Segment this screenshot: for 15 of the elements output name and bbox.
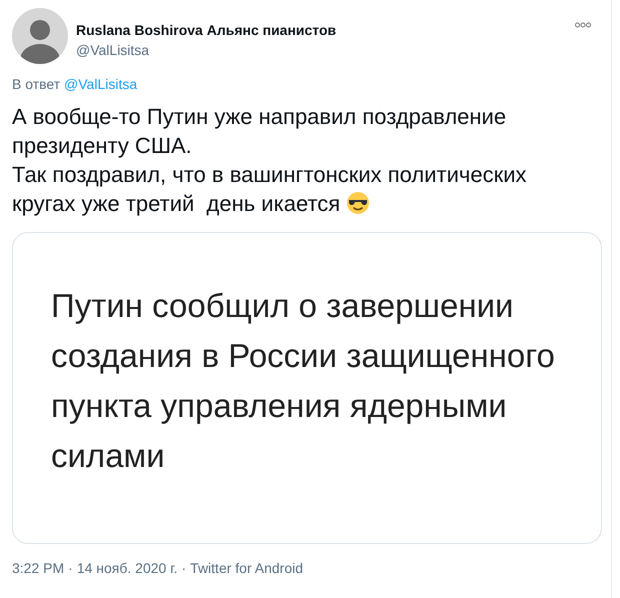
separator-dot: ·: [182, 560, 186, 576]
author-name[interactable]: Ruslana Boshirova Альянс пианистов: [76, 20, 575, 40]
tweet-source[interactable]: Twitter for Android: [190, 560, 303, 576]
more-icon[interactable]: [575, 22, 591, 28]
separator-dot: ·: [68, 560, 73, 576]
tweet-text: А вообще-то Путин уже направил поздравление президенту США.: [12, 103, 508, 160]
reply-label: В ответ: [12, 76, 60, 92]
sunglasses-emoji-icon: [346, 191, 370, 215]
tweet-date[interactable]: 14 нояб. 2020 г.: [76, 560, 178, 576]
author-handle[interactable]: @ValLisitsa: [76, 40, 575, 60]
embedded-screenshot[interactable]: Путин сообщил о завершении создания в России защищенного пункта управления ядерными силами: [12, 232, 602, 544]
tweet-text: Так поздравил, что в вашингтонских политических кругах уже третий день икается: [12, 161, 528, 218]
reply-handle-link[interactable]: @ValLisitsa: [64, 76, 138, 92]
tweet-time[interactable]: 3:22 PM: [12, 560, 64, 576]
headline-text: Путин сообщил о завершении создания в России защищенного пункта управления ядерными силами: [51, 286, 556, 476]
